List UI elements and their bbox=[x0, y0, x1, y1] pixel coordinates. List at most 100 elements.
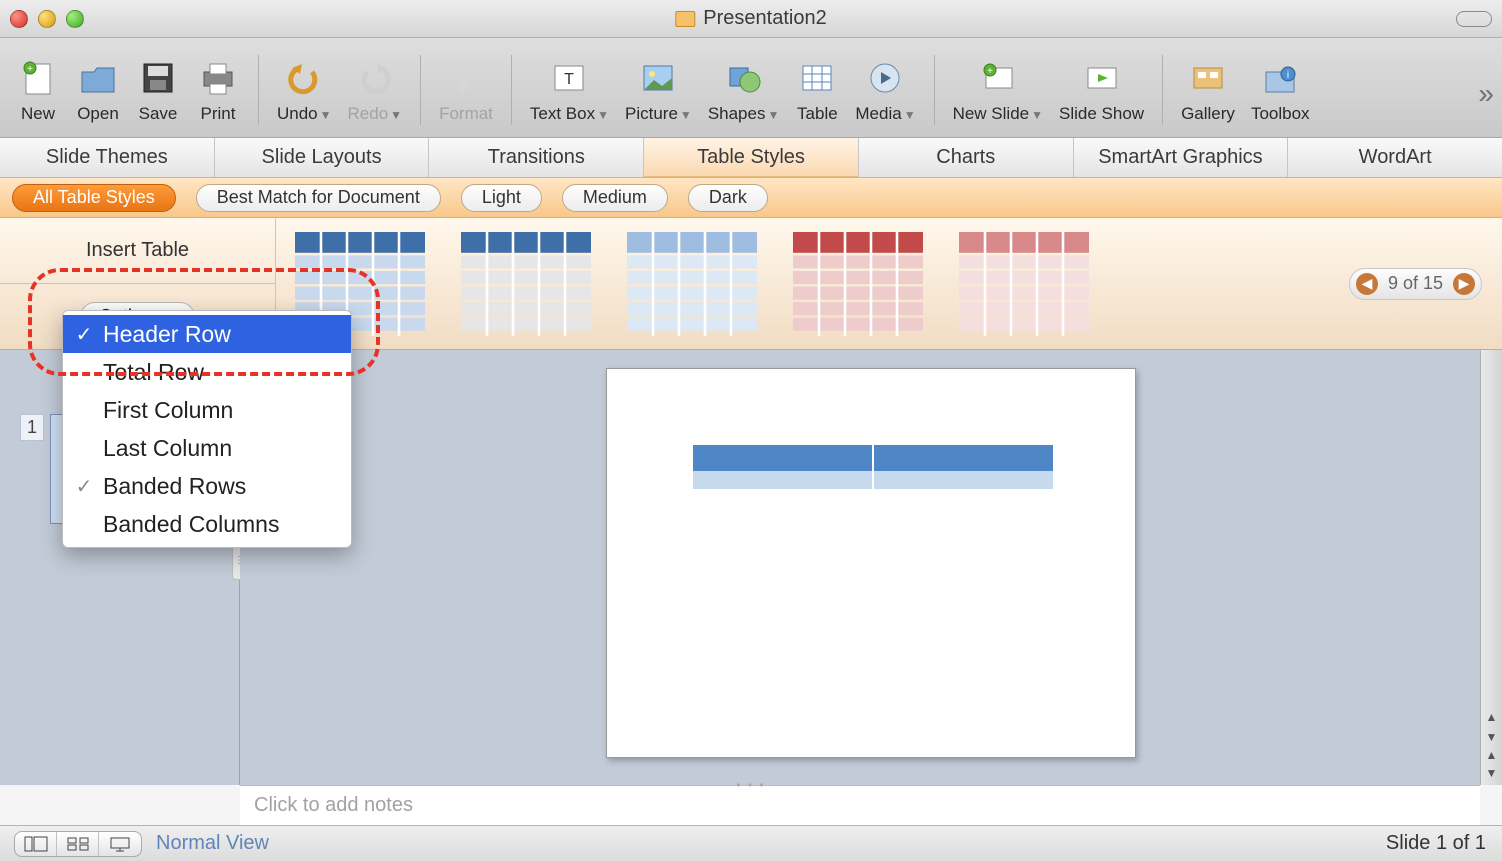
save-disk-icon bbox=[136, 56, 180, 100]
svg-text:+: + bbox=[27, 64, 33, 75]
menu-item-label: First Column bbox=[103, 397, 233, 424]
printer-icon bbox=[196, 56, 240, 100]
slide-count-label: Slide 1 of 1 bbox=[1386, 832, 1486, 855]
undo-button[interactable]: Undo▼ bbox=[269, 56, 340, 124]
gallery-label: Gallery bbox=[1181, 104, 1235, 124]
gallery-prev-button[interactable]: ◀ bbox=[1356, 273, 1378, 295]
menu-item-first-column[interactable]: ✓ First Column bbox=[63, 391, 351, 429]
pill-best-match[interactable]: Best Match for Document bbox=[196, 184, 441, 212]
shapes-button[interactable]: Shapes▼ bbox=[700, 56, 788, 124]
insert-table-button[interactable]: Insert Table bbox=[0, 218, 275, 284]
menu-item-header-row[interactable]: ✓ Header Row bbox=[63, 315, 351, 353]
table-style-thumb-3[interactable] bbox=[626, 232, 758, 336]
vertical-scrollbar[interactable]: ▲ ▼ ▲ ▼ bbox=[1480, 350, 1502, 785]
tab-table-styles[interactable]: Table Styles bbox=[644, 138, 859, 177]
menu-item-label: Banded Rows bbox=[103, 473, 246, 500]
slideshow-label: Slide Show bbox=[1059, 104, 1144, 124]
table-label: Table bbox=[797, 104, 838, 124]
scroll-up2-icon[interactable]: ▲ bbox=[1481, 745, 1502, 765]
table-style-thumbs bbox=[276, 218, 1108, 349]
checkmark-icon: ✓ bbox=[73, 474, 95, 499]
subribbon: All Table Styles Best Match for Document… bbox=[0, 178, 1502, 218]
view-switcher bbox=[14, 831, 142, 857]
window-title-text: Presentation2 bbox=[703, 7, 826, 30]
close-window-button[interactable] bbox=[10, 10, 28, 28]
new-button[interactable]: + New bbox=[8, 56, 68, 124]
gallery-button[interactable]: Gallery bbox=[1173, 56, 1243, 124]
format-label: Format bbox=[439, 104, 493, 124]
media-icon bbox=[863, 56, 907, 100]
slideshow-view-button[interactable] bbox=[99, 832, 141, 856]
slide-canvas[interactable] bbox=[606, 368, 1136, 758]
tab-wordart[interactable]: WordArt bbox=[1288, 138, 1502, 177]
gallery-next-button[interactable]: ▶ bbox=[1453, 273, 1475, 295]
toolbar-separator bbox=[934, 55, 935, 125]
tab-slide-themes[interactable]: Slide Themes bbox=[0, 138, 215, 177]
tab-slide-layouts[interactable]: Slide Layouts bbox=[215, 138, 430, 177]
newslide-label: New Slide▼ bbox=[953, 104, 1043, 124]
window-controls bbox=[10, 10, 84, 28]
menu-item-label: Last Column bbox=[103, 435, 232, 462]
pill-light[interactable]: Light bbox=[461, 184, 542, 212]
format-button[interactable]: Format bbox=[431, 56, 501, 124]
notes-pane[interactable]: Click to add notes bbox=[240, 785, 1480, 825]
tab-smartart[interactable]: SmartArt Graphics bbox=[1074, 138, 1289, 177]
print-button[interactable]: Print bbox=[188, 56, 248, 124]
toolbar-separator bbox=[511, 55, 512, 125]
toolbox-icon: i bbox=[1258, 56, 1302, 100]
save-button[interactable]: Save bbox=[128, 56, 188, 124]
checkmark-icon: ✓ bbox=[73, 360, 95, 385]
textbox-label: Text Box▼ bbox=[530, 104, 609, 124]
media-label: Media▼ bbox=[855, 104, 915, 124]
open-folder-icon bbox=[76, 56, 120, 100]
scroll-down2-icon[interactable]: ▼ bbox=[1481, 763, 1502, 783]
slideshow-icon bbox=[1080, 56, 1124, 100]
slide-canvas-area: ▲ ▼ ▲ ▼ bbox=[240, 350, 1502, 785]
scroll-up-icon[interactable]: ▲ bbox=[1481, 707, 1502, 727]
minimize-window-button[interactable] bbox=[38, 10, 56, 28]
options-menu: ✓ Header Row ✓ Total Row ✓ First Column … bbox=[62, 310, 352, 548]
slideshow-button[interactable]: Slide Show bbox=[1051, 56, 1152, 124]
table-style-thumb-5[interactable] bbox=[958, 232, 1090, 336]
pill-all-table-styles[interactable]: All Table Styles bbox=[12, 184, 176, 212]
menu-item-total-row[interactable]: ✓ Total Row bbox=[63, 353, 351, 391]
redo-label: Redo▼ bbox=[348, 104, 403, 124]
menu-item-banded-rows[interactable]: ✓ Banded Rows bbox=[63, 467, 351, 505]
tab-transitions[interactable]: Transitions bbox=[429, 138, 644, 177]
pill-medium[interactable]: Medium bbox=[562, 184, 668, 212]
titlebar-pill-button[interactable] bbox=[1456, 11, 1492, 27]
menu-item-banded-columns[interactable]: ✓ Banded Columns bbox=[63, 505, 351, 543]
menu-item-last-column[interactable]: ✓ Last Column bbox=[63, 429, 351, 467]
table-style-thumb-2[interactable] bbox=[460, 232, 592, 336]
redo-button[interactable]: Redo▼ bbox=[340, 56, 411, 124]
textbox-button[interactable]: T Text Box▼ bbox=[522, 56, 617, 124]
table-style-thumb-4[interactable] bbox=[792, 232, 924, 336]
scroll-down-icon[interactable]: ▼ bbox=[1481, 727, 1502, 747]
table-on-slide[interactable] bbox=[693, 445, 1053, 489]
undo-label: Undo▼ bbox=[277, 104, 332, 124]
tab-charts[interactable]: Charts bbox=[859, 138, 1074, 177]
picture-button[interactable]: Picture▼ bbox=[617, 56, 700, 124]
menu-item-label: Banded Columns bbox=[103, 511, 279, 538]
normal-view-button[interactable] bbox=[15, 832, 57, 856]
notes-resize-handle[interactable]: • • • bbox=[736, 778, 765, 792]
newslide-button[interactable]: + New Slide▼ bbox=[945, 56, 1051, 124]
titlebar: Presentation2 bbox=[0, 0, 1502, 38]
undo-icon bbox=[282, 56, 326, 100]
slideshow-view-icon bbox=[108, 836, 132, 852]
toolbar-separator bbox=[1162, 55, 1163, 125]
svg-text:i: i bbox=[1287, 70, 1289, 81]
zoom-window-button[interactable] bbox=[66, 10, 84, 28]
open-label: Open bbox=[77, 104, 119, 124]
media-button[interactable]: Media▼ bbox=[847, 56, 923, 124]
slide-sorter-button[interactable] bbox=[57, 832, 99, 856]
toolbox-button[interactable]: i Toolbox bbox=[1243, 56, 1318, 124]
new-file-icon: + bbox=[16, 56, 60, 100]
toolbar-overflow-icon[interactable]: » bbox=[1478, 78, 1494, 110]
svg-text:T: T bbox=[565, 71, 575, 88]
open-button[interactable]: Open bbox=[68, 56, 128, 124]
status-bar: Normal View Slide 1 of 1 bbox=[0, 825, 1502, 861]
table-button[interactable]: Table bbox=[787, 56, 847, 124]
pill-dark[interactable]: Dark bbox=[688, 184, 768, 212]
ribbon-tabs: Slide Themes Slide Layouts Transitions T… bbox=[0, 138, 1502, 178]
